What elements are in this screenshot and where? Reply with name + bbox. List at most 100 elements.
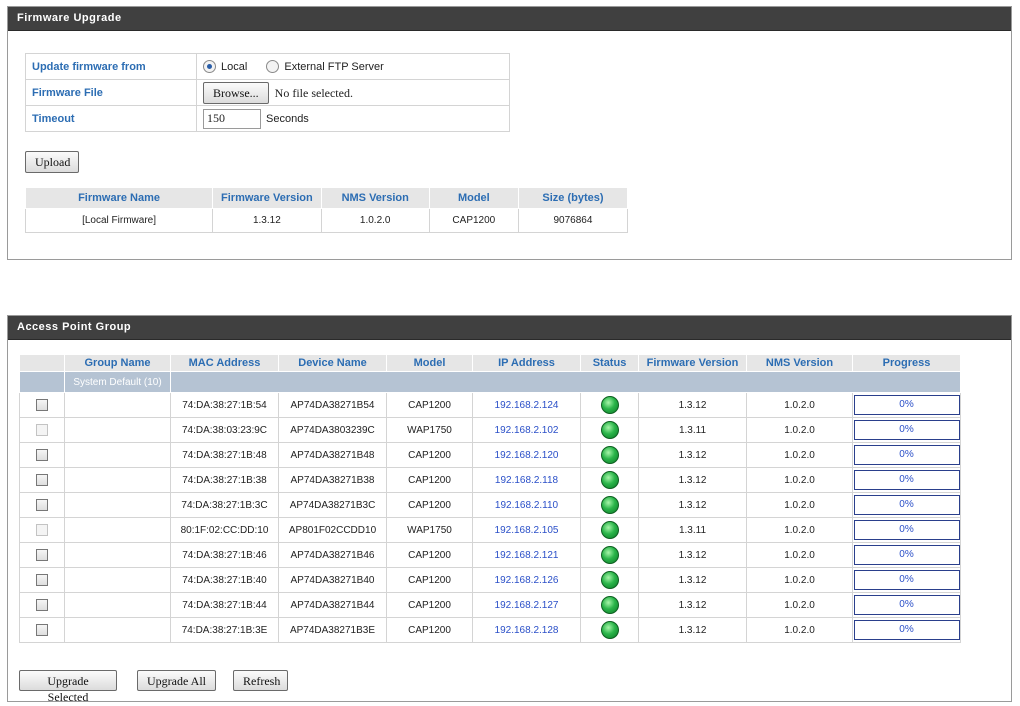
ip-address-link[interactable]: 192.168.2.127 [472,592,581,618]
model-cell: WAP1750 [386,417,473,443]
ip-address-link[interactable]: 192.168.2.126 [472,567,581,593]
device-name-cell: AP74DA3803239C [278,417,387,443]
upgrade-selected-button[interactable]: Upgrade Selected [19,670,117,704]
progress-cell: 0% [852,492,961,518]
row-checkbox[interactable] [36,474,48,486]
row-checkbox[interactable] [36,499,48,511]
progress-cell: 0% [852,567,961,593]
access-point-group-panel: Access Point Group Group Name MAC Addres… [7,315,1012,704]
radio-ftp-label[interactable]: External FTP Server [284,61,383,73]
nms-version-cell: 1.0.2.0 [746,417,853,443]
progress-box: 0% [853,420,960,440]
device-name-cell: AP74DA38271B46 [278,542,387,568]
firmware-info-header: Firmware Name Firmware Version NMS Versi… [24,187,629,209]
firmware-settings-table: Update firmware from Local External FTP … [25,53,510,132]
ip-address-link[interactable]: 192.168.2.128 [472,617,581,643]
group-name-cell [64,417,171,443]
progress-box: 0% [853,470,960,490]
model-cell: CAP1200 [386,392,473,418]
select-cell [19,617,65,643]
refresh-button[interactable]: Refresh [233,670,288,691]
radio-ftp[interactable]: External FTP Server [266,60,399,73]
mac-address-cell: 74:DA:38:27:1B:40 [170,567,279,593]
status-online-icon [600,421,619,439]
ip-address-link[interactable]: 192.168.2.102 [472,417,581,443]
progress-cell: 0% [852,442,961,468]
firmware-version-cell: 1.3.12 [638,492,747,518]
timeout-input[interactable]: 150 [203,108,261,129]
timeout-row: Timeout 150 Seconds [25,105,510,132]
device-name-cell: AP74DA38271B38 [278,467,387,493]
col-select [19,354,65,372]
mac-address-cell: 74:DA:38:27:1B:44 [170,592,279,618]
table-row: 74:DA:38:27:1B:3C AP74DA38271B3C CAP1200 19… [19,492,961,518]
row-checkbox[interactable] [36,624,48,636]
progress-box: 0% [853,395,960,415]
device-name-cell: AP74DA38271B40 [278,567,387,593]
group-label: System Default (10) [64,371,171,393]
device-name-cell: AP74DA38271B3C [278,492,387,518]
upgrade-all-button[interactable]: Upgrade All [137,670,216,691]
table-row: 74:DA:38:27:1B:48 AP74DA38271B48 CAP1200 19… [19,442,961,468]
firmware-file-label: Firmware File [25,79,197,106]
status-cell [580,542,639,568]
progress-cell: 0% [852,467,961,493]
col-firmware-version: Firmware Version [212,187,322,209]
table-row: 80:1F:02:CC:DD:10 AP801F02CCDD10 WAP1750 19… [19,517,961,543]
status-cell [580,492,639,518]
mac-address-cell: 74:DA:38:27:1B:3C [170,492,279,518]
group-name-cell [64,542,171,568]
ip-address-link[interactable]: 192.168.2.120 [472,442,581,468]
group-name-cell [64,467,171,493]
size-cell: 9076864 [517,208,629,233]
progress-cell: 0% [852,417,961,443]
row-checkbox[interactable] [36,549,48,561]
firmware-version-cell: 1.3.12 [212,208,322,233]
ip-address-link[interactable]: 192.168.2.124 [472,392,581,418]
progress-box: 0% [853,445,960,465]
table-row: 74:DA:38:27:1B:40 AP74DA38271B40 CAP1200 19… [19,567,961,593]
browse-button[interactable]: Browse... [203,81,269,104]
select-cell [19,492,65,518]
access-point-group-title: Access Point Group [8,316,1011,340]
model-cell: CAP1200 [386,467,473,493]
row-checkbox[interactable] [36,449,48,461]
nms-version-cell: 1.0.2.0 [746,617,853,643]
status-cell [580,617,639,643]
model-cell: CAP1200 [386,592,473,618]
ip-address-link[interactable]: 192.168.2.118 [472,467,581,493]
update-from-row: Update firmware from Local External FTP … [25,53,510,80]
table-row: [Local Firmware] 1.3.12 1.0.2.0 CAP1200 … [24,208,629,233]
firmware-upgrade-title: Firmware Upgrade [8,7,1011,31]
radio-local-icon[interactable] [203,60,216,73]
access-point-table: Group Name MAC Address Device Name Model… [19,354,961,643]
col-device-name: Device Name [278,354,387,372]
model-cell: CAP1200 [386,542,473,568]
group-row-fill [170,371,961,393]
radio-ftp-icon[interactable] [266,60,280,73]
ip-address-link[interactable]: 192.168.2.121 [472,542,581,568]
group-name-cell [64,592,171,618]
select-cell [19,567,65,593]
row-checkbox [36,524,48,536]
ip-address-link[interactable]: 192.168.2.105 [472,517,581,543]
status-cell [580,592,639,618]
progress-box: 0% [853,620,960,640]
model-cell: CAP1200 [386,567,473,593]
upload-button[interactable]: Upload [25,151,79,173]
table-row: 74:DA:38:27:1B:46 AP74DA38271B46 CAP1200 19… [19,542,961,568]
row-checkbox[interactable] [36,399,48,411]
col-mac-address: MAC Address [170,354,279,372]
row-checkbox [36,424,48,436]
status-online-icon [600,596,619,614]
row-checkbox[interactable] [36,599,48,611]
status-online-icon [600,546,619,564]
row-checkbox[interactable] [36,574,48,586]
radio-local[interactable]: Local [203,60,263,73]
ip-address-link[interactable]: 192.168.2.110 [472,492,581,518]
group-name-cell [64,392,171,418]
radio-local-label[interactable]: Local [221,61,247,73]
firmware-version-cell: 1.3.11 [638,517,747,543]
status-online-icon [600,471,619,489]
group-name-cell [64,492,171,518]
